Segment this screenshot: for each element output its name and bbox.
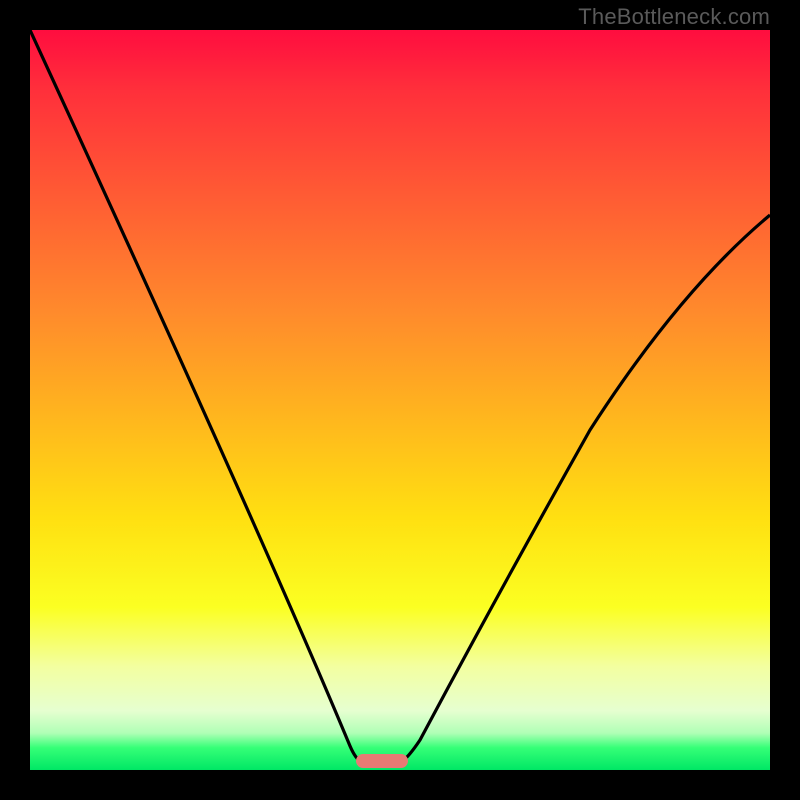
watermark-text: TheBottleneck.com — [578, 4, 770, 30]
bottleneck-marker — [356, 754, 408, 768]
curve-layer — [30, 30, 770, 770]
plot-area — [30, 30, 770, 770]
curve-right — [401, 215, 770, 762]
curve-left — [30, 30, 362, 762]
chart-frame: TheBottleneck.com — [0, 0, 800, 800]
